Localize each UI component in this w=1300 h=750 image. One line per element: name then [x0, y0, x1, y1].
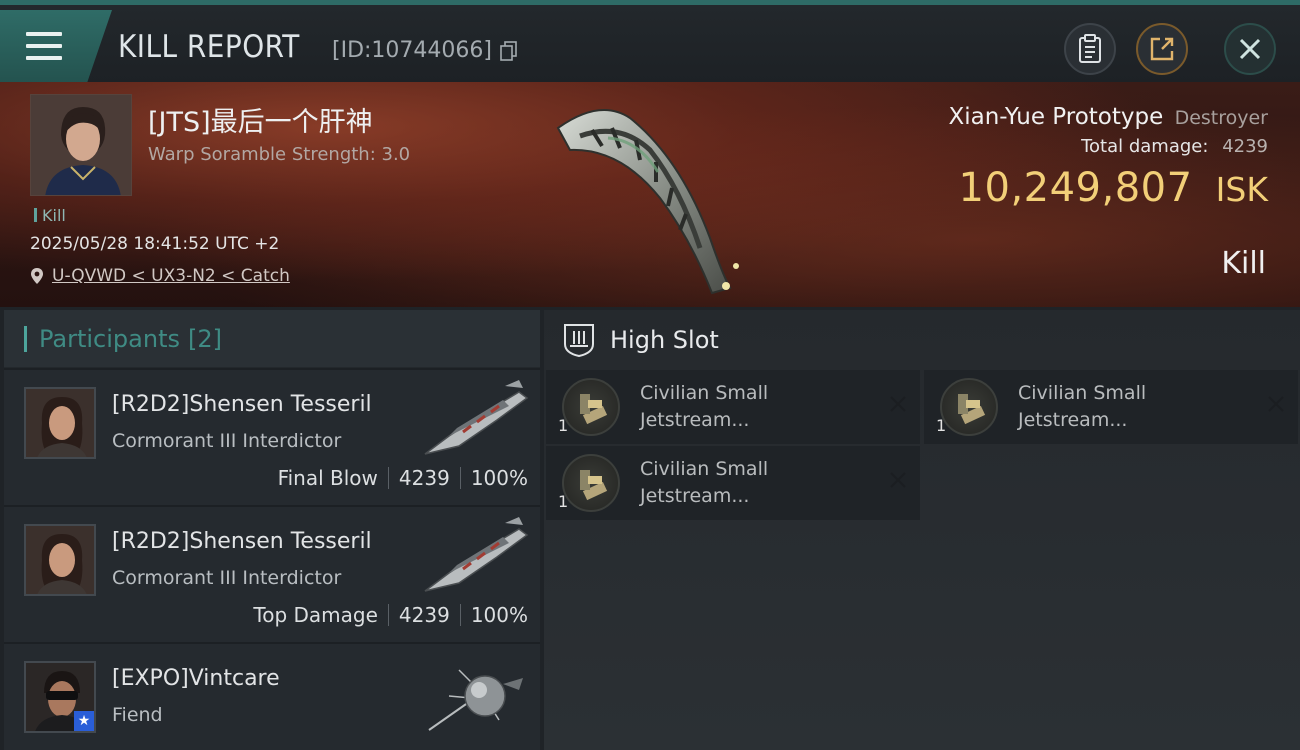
module-item[interactable]: 1 Civilian Small Jetstream... [546, 370, 920, 444]
participant-ship-image [428, 669, 523, 731]
victim-ship-image [556, 109, 739, 295]
high-slot-header: High Slot [544, 310, 1300, 370]
menu-icon [26, 32, 62, 60]
fitting-panel: High Slot 1 Civilian Small Jetstream... [544, 310, 1300, 750]
participants-panel: Participants [2] [R2D2]Shensen Tesseril … [4, 310, 540, 750]
module-icon [562, 378, 620, 436]
module-item[interactable]: 1 Civilian Small Jetstream... [924, 370, 1298, 444]
victim-portrait[interactable] [30, 94, 132, 196]
total-damage-value: 4239 [1222, 136, 1268, 157]
participant-row[interactable]: [R2D2]Shensen Tesseril Cormorant III Int… [4, 370, 540, 507]
remove-icon[interactable] [888, 394, 908, 414]
clipboard-button[interactable] [1064, 23, 1116, 75]
isk-unit: ISK [1215, 170, 1268, 209]
participant-row[interactable]: ★ [EXPO]Vintcare Fiend [4, 644, 540, 750]
module-quantity: 1 [558, 492, 569, 511]
star-icon: ★ [74, 711, 94, 731]
share-icon [1150, 37, 1174, 61]
high-slot-icon [564, 324, 594, 358]
module-name-line2: Jetstream... [640, 485, 750, 507]
participants-label: Participants [39, 324, 180, 353]
location-pin-icon [31, 268, 43, 284]
participant-portrait[interactable] [24, 387, 96, 459]
participant-stats: Top Damage 4239 100% [253, 603, 528, 627]
participant-row[interactable]: [R2D2]Shensen Tesseril Cormorant III Int… [4, 507, 540, 644]
participant-ship: Fiend [112, 704, 163, 726]
kill-status: Kill [1221, 246, 1266, 281]
participant-name[interactable]: [R2D2]Shensen Tesseril [112, 392, 372, 417]
participant-percent: 100% [470, 466, 528, 490]
warp-scramble-strength: Warp Soramble Strength: 3.0 [148, 144, 411, 165]
participant-portrait[interactable]: ★ [24, 661, 96, 733]
module-icon [562, 454, 620, 512]
remove-icon[interactable] [1266, 394, 1286, 414]
page-title: KILL REPORT [118, 29, 300, 65]
participant-ship-image [424, 380, 529, 455]
participant-ship-image [424, 517, 529, 592]
participant-damage: 4239 [398, 603, 450, 627]
kill-location[interactable]: U-QVWD < UX3-N2 < Catch [30, 266, 290, 286]
module-name-line2: Jetstream... [640, 409, 750, 431]
participant-role: Top Damage [253, 603, 378, 627]
module-name-line1: Civilian Small [640, 382, 769, 404]
participant-name[interactable]: [R2D2]Shensen Tesseril [112, 529, 372, 554]
victim-ship-class: Destroyer [1174, 107, 1268, 129]
participant-stats: Final Blow 4239 100% [278, 466, 528, 490]
share-button[interactable] [1136, 23, 1188, 75]
kill-timestamp: 2025/05/28 18:41:52 UTC +2 [30, 234, 280, 254]
module-item[interactable]: 1 Civilian Small Jetstream... [546, 446, 920, 520]
close-icon [1239, 38, 1261, 60]
participant-percent: 100% [470, 603, 528, 627]
module-name-line2: Jetstream... [1018, 409, 1128, 431]
module-name-line1: Civilian Small [1018, 382, 1147, 404]
module-quantity: 1 [936, 416, 947, 435]
report-id: [ID:10744066] [332, 38, 492, 63]
participants-header: Participants [2] [4, 310, 540, 368]
total-damage-label: Total damage: [1081, 136, 1209, 157]
participant-portrait[interactable] [24, 524, 96, 596]
close-button[interactable] [1224, 23, 1276, 75]
victim-name[interactable]: [JTS]最后一个肝神 [148, 100, 373, 139]
top-bar: KILL REPORT [ID:10744066] [0, 0, 1300, 82]
participant-damage: 4239 [398, 466, 450, 490]
module-name-line1: Civilian Small [640, 458, 769, 480]
victim-ship-info: Xian-Yue Prototype Destroyer Total damag… [948, 104, 1268, 211]
high-slot-label: High Slot [610, 326, 719, 354]
participant-ship: Cormorant III Interdictor [112, 430, 342, 452]
participants-count: [2] [187, 324, 222, 353]
location-link[interactable]: U-QVWD < UX3-N2 < Catch [52, 266, 290, 286]
clipboard-icon [1079, 34, 1101, 63]
kill-tag: Kill [34, 206, 66, 225]
participant-ship: Cormorant III Interdictor [112, 567, 342, 589]
copy-icon[interactable] [500, 41, 518, 61]
module-quantity: 1 [558, 416, 569, 435]
participant-role: Final Blow [277, 466, 378, 490]
isk-value: 10,249,807 [958, 165, 1193, 211]
menu-button[interactable] [0, 10, 112, 82]
victim-banner: [JTS]最后一个肝神 Warp Soramble Strength: 3.0 … [0, 82, 1300, 307]
remove-icon[interactable] [888, 470, 908, 490]
module-icon [940, 378, 998, 436]
victim-ship-name[interactable]: Xian-Yue Prototype [948, 104, 1163, 130]
participant-name[interactable]: [EXPO]Vintcare [112, 666, 280, 691]
